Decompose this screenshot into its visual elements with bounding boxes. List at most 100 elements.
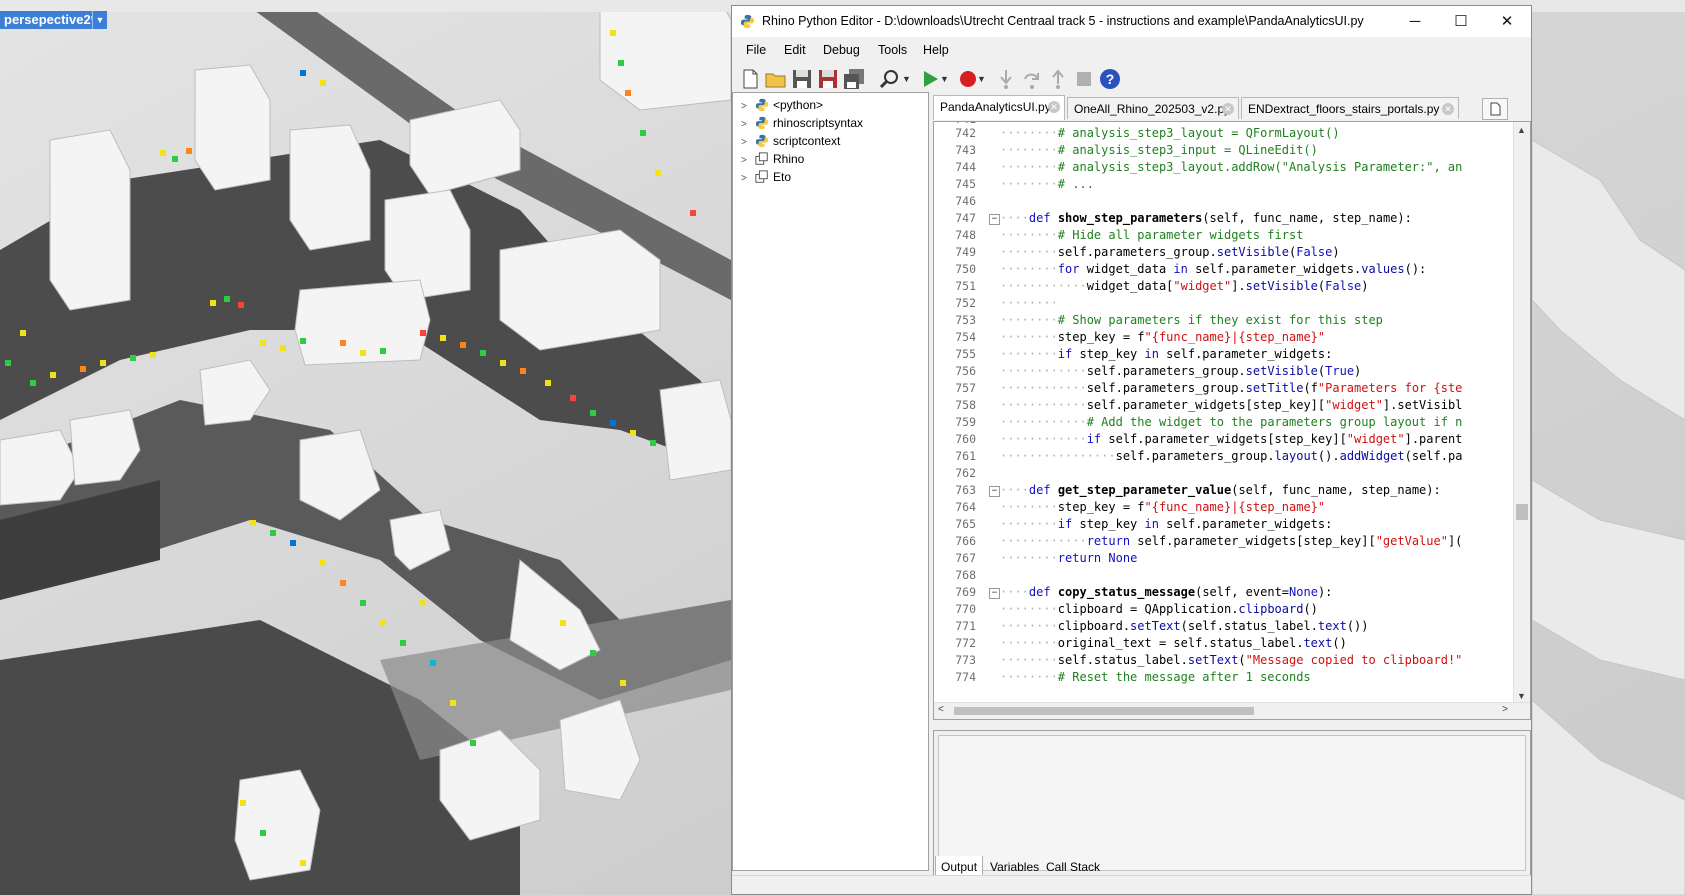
- line-number: 767: [955, 551, 976, 565]
- tab-endextract[interactable]: ENDextract_floors_stairs_portals.py ✕: [1241, 97, 1459, 119]
- code-line[interactable]: ········if step_key in self.parameter_wi…: [1000, 516, 1332, 533]
- code-line[interactable]: ············widget_data["widget"].setVis…: [1000, 278, 1369, 295]
- code-line[interactable]: ············# Add the widget to the para…: [1000, 414, 1462, 431]
- scroll-right-icon[interactable]: >: [1502, 704, 1508, 715]
- code-line[interactable]: ················self.parameters_group.la…: [1000, 448, 1462, 465]
- code-line[interactable]: ········self.status_label.setText("Messa…: [1000, 652, 1462, 669]
- code-line[interactable]: ········self.parameters_group.setVisible…: [1000, 244, 1340, 261]
- open-folder-icon[interactable]: [764, 67, 788, 91]
- code-line[interactable]: ····def get_step_parameter_value(self, f…: [1000, 482, 1441, 499]
- run-dropdown-icon[interactable]: ▼: [940, 67, 950, 91]
- line-number: 759: [955, 415, 976, 429]
- run-icon[interactable]: [918, 67, 942, 91]
- code-line[interactable]: ············self.parameters_group.setVis…: [1000, 363, 1361, 380]
- namespace-icon: [755, 170, 768, 183]
- tree-item-scriptcontext[interactable]: > scriptcontext: [741, 132, 840, 150]
- close-button[interactable]: ✕: [1484, 6, 1530, 37]
- code-line[interactable]: ········# Show parameters if they exist …: [1000, 312, 1383, 329]
- save-icon[interactable]: [790, 67, 814, 91]
- line-number: 750: [955, 262, 976, 276]
- output-text-area[interactable]: [938, 735, 1526, 871]
- menu-tools[interactable]: Tools: [878, 37, 907, 63]
- code-line[interactable]: ············self.parameters_group.setTit…: [1000, 380, 1462, 397]
- code-editor[interactable]: 741742743744745746747−748749750751752753…: [933, 121, 1531, 720]
- menu-debug[interactable]: Debug: [823, 37, 860, 63]
- line-number: 758: [955, 398, 976, 412]
- line-number: 773: [955, 653, 976, 667]
- title-bar[interactable]: Rhino Python Editor - D:\downloads\Utrec…: [732, 6, 1531, 37]
- step-into-icon[interactable]: [994, 67, 1018, 91]
- help-icon[interactable]: ?: [1098, 67, 1122, 91]
- code-line[interactable]: ········# analysis_step3_layout.addRow("…: [1000, 159, 1462, 176]
- save-all-icon[interactable]: [842, 67, 866, 91]
- code-line[interactable]: ········if step_key in self.parameter_wi…: [1000, 346, 1332, 363]
- code-line[interactable]: ········: [1000, 295, 1058, 312]
- step-out-icon[interactable]: [1046, 67, 1070, 91]
- code-line[interactable]: ········step_key = f"{func_name}|{step_n…: [1000, 499, 1325, 516]
- vertical-scrollbar[interactable]: ▲ ▼: [1513, 122, 1530, 719]
- tree-item-rhinoscriptsyntax[interactable]: > rhinoscriptsyntax: [741, 114, 863, 132]
- code-line[interactable]: ············if self.parameter_widgets[st…: [1000, 431, 1462, 448]
- scroll-left-icon[interactable]: <: [938, 704, 944, 715]
- chevron-down-icon[interactable]: ▼: [92, 11, 107, 29]
- fold-toggle-icon[interactable]: −: [989, 214, 1000, 225]
- code-line[interactable]: ····def copy_status_message(self, event=…: [1000, 584, 1332, 601]
- step-over-icon[interactable]: [1020, 67, 1044, 91]
- search-icon[interactable]: [878, 67, 902, 91]
- code-line[interactable]: ····def show_step_parameters(self, func_…: [1000, 210, 1412, 227]
- python-logo-icon: [740, 14, 755, 29]
- code-line[interactable]: ············self.parameter_widgets[step_…: [1000, 397, 1462, 414]
- line-number: 752: [955, 296, 976, 310]
- code-line[interactable]: ············return self.parameter_widget…: [1000, 533, 1462, 550]
- line-number: 763: [955, 483, 976, 497]
- minimize-button[interactable]: ─: [1392, 6, 1438, 37]
- horizontal-scrollbar[interactable]: < >: [934, 702, 1530, 719]
- code-line[interactable]: ········# analysis_step3_input = QLineEd…: [1000, 142, 1318, 159]
- code-line[interactable]: ········# Hide all parameter widgets fir…: [1000, 227, 1303, 244]
- tree-item-rhino[interactable]: > Rhino: [741, 150, 804, 168]
- close-tab-icon[interactable]: ✕: [1048, 101, 1060, 113]
- tree-item-eto[interactable]: > Eto: [741, 168, 791, 186]
- menu-edit[interactable]: Edit: [784, 37, 806, 63]
- breakpoint-dropdown-icon[interactable]: ▼: [977, 67, 987, 91]
- tree-item-label: Eto: [773, 170, 792, 184]
- tab-pandaanalyticsui[interactable]: PandaAnalyticsUI.py ✕: [933, 95, 1065, 120]
- menu-help[interactable]: Help: [923, 37, 949, 63]
- chevron-right-icon[interactable]: >: [741, 170, 755, 188]
- tree-item-python[interactable]: > <python>: [741, 96, 823, 114]
- code-line[interactable]: ········# analysis_step3_layout = QFormL…: [1000, 125, 1340, 142]
- code-line[interactable]: ········step_key = f"{func_name}|{step_n…: [1000, 329, 1325, 346]
- line-number: 774: [955, 670, 976, 684]
- fold-toggle-icon[interactable]: −: [989, 588, 1000, 599]
- code-line[interactable]: ········# ...: [1000, 176, 1094, 193]
- new-file-icon[interactable]: [738, 67, 762, 91]
- line-number: 756: [955, 364, 976, 378]
- new-tab-icon[interactable]: [1482, 98, 1508, 120]
- scrollbar-thumb[interactable]: [1516, 504, 1528, 520]
- tab-label: PandaAnalyticsUI.py: [940, 100, 1051, 114]
- tree-item-label: <python>: [773, 98, 824, 112]
- tab-oneall-rhino[interactable]: OneAll_Rhino_202503_v2.py ✕: [1067, 97, 1239, 119]
- menu-file[interactable]: File: [746, 37, 766, 63]
- stop-icon[interactable]: [1072, 67, 1096, 91]
- code-line[interactable]: ········clipboard.setText(self.status_la…: [1000, 618, 1369, 635]
- code-line[interactable]: ········clipboard = QApplication.clipboa…: [1000, 601, 1318, 618]
- code-line[interactable]: ········return None: [1000, 550, 1137, 567]
- namespace-tree[interactable]: > <python> > rhinoscriptsyntax > scriptcont…: [732, 92, 929, 871]
- maximize-button[interactable]: ☐: [1438, 6, 1484, 37]
- scroll-up-icon[interactable]: ▲: [1517, 125, 1526, 135]
- hscrollbar-thumb[interactable]: [954, 707, 1254, 715]
- scroll-down-icon[interactable]: ▼: [1517, 691, 1526, 701]
- viewport-title[interactable]: persepective2*: [0, 11, 100, 29]
- code-line[interactable]: ········# Reset the message after 1 seco…: [1000, 669, 1311, 686]
- code-line[interactable]: ········for widget_data in self.paramete…: [1000, 261, 1426, 278]
- line-number: 764: [955, 500, 976, 514]
- code-line[interactable]: ········original_text = self.status_labe…: [1000, 635, 1347, 652]
- tree-item-label: scriptcontext: [773, 134, 841, 148]
- close-tab-icon[interactable]: ✕: [1442, 103, 1454, 115]
- fold-toggle-icon[interactable]: −: [989, 486, 1000, 497]
- search-dropdown-icon[interactable]: ▼: [902, 67, 912, 91]
- save-as-icon[interactable]: [816, 67, 840, 91]
- line-number: 768: [955, 568, 976, 582]
- close-tab-icon[interactable]: ✕: [1222, 103, 1234, 115]
